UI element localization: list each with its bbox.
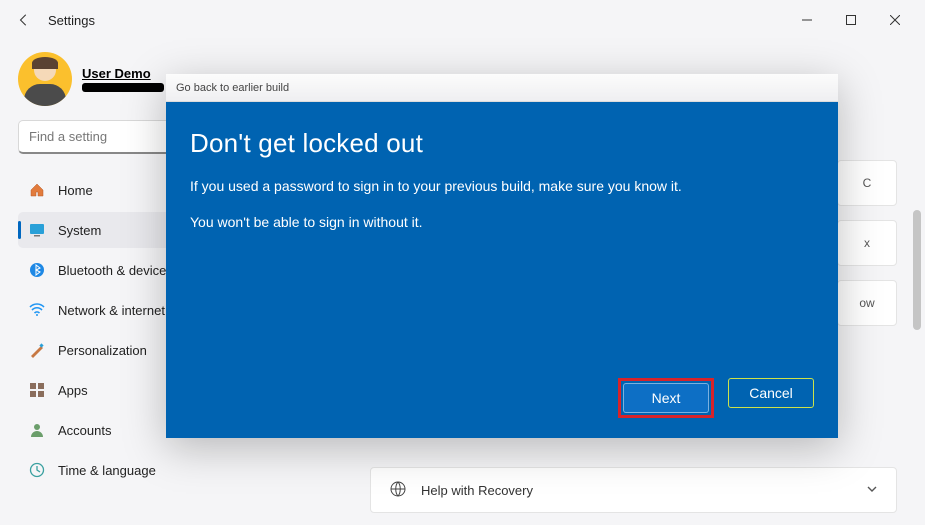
nav-item-home[interactable]: Home <box>18 172 190 208</box>
nav-label: System <box>58 223 101 238</box>
nav-item-network[interactable]: Network & internet <box>18 292 190 328</box>
dialog-titlebar: Go back to earlier build <box>166 74 838 102</box>
maximize-button[interactable] <box>829 5 873 35</box>
dialog-body: Don't get locked out If you used a passw… <box>166 102 838 438</box>
window-title: Settings <box>48 13 95 28</box>
time-icon <box>28 461 46 479</box>
nav-item-bluetooth[interactable]: Bluetooth & devices <box>18 252 190 288</box>
chevron-down-icon <box>866 483 878 498</box>
nav-label: Home <box>58 183 93 198</box>
home-icon <box>28 181 46 199</box>
card-peek[interactable]: C <box>837 160 897 206</box>
personalization-icon <box>28 341 46 359</box>
minimize-button[interactable] <box>785 5 829 35</box>
nav-label: Personalization <box>58 343 147 358</box>
help-label: Help with Recovery <box>421 483 533 498</box>
nav-label: Apps <box>58 383 88 398</box>
dialog-paragraph: If you used a password to sign in to you… <box>190 177 814 197</box>
profile-name: User Demo <box>82 66 164 81</box>
nav-list: Home System Bluetooth & devices Network … <box>18 172 190 488</box>
cancel-button[interactable]: Cancel <box>728 378 814 408</box>
search-placeholder: Find a setting <box>29 129 107 144</box>
help-panel[interactable]: Help with Recovery <box>370 467 897 513</box>
nav-label: Accounts <box>58 423 111 438</box>
annotation-highlight: Next <box>618 378 714 418</box>
accounts-icon <box>28 421 46 439</box>
nav-item-personalization[interactable]: Personalization <box>18 332 190 368</box>
close-icon <box>890 15 900 25</box>
dialog-title-text: Go back to earlier build <box>176 82 289 94</box>
back-button[interactable] <box>8 4 40 36</box>
maximize-icon <box>846 15 856 25</box>
nav-label: Bluetooth & devices <box>58 263 173 278</box>
card-peek[interactable]: ow <box>837 280 897 326</box>
globe-icon <box>389 480 407 501</box>
rollback-dialog: Go back to earlier build Don't get locke… <box>166 74 838 438</box>
nav-label: Network & internet <box>58 303 165 318</box>
card-peek[interactable]: x <box>837 220 897 266</box>
apps-icon <box>28 381 46 399</box>
titlebar: Settings <box>0 0 925 40</box>
profile[interactable]: User Demo <box>18 52 190 106</box>
nav-item-time[interactable]: Time & language <box>18 452 190 488</box>
scrollbar-thumb[interactable] <box>913 210 921 330</box>
dialog-heading: Don't get locked out <box>190 128 814 159</box>
profile-email-redacted <box>82 83 164 92</box>
minimize-icon <box>802 15 812 25</box>
search-input[interactable]: Find a setting <box>18 120 190 154</box>
avatar <box>18 52 72 106</box>
network-icon <box>28 301 46 319</box>
system-icon <box>28 221 46 239</box>
next-button[interactable]: Next <box>623 383 709 413</box>
arrow-left-icon <box>17 13 31 27</box>
nav-item-accounts[interactable]: Accounts <box>18 412 190 448</box>
close-button[interactable] <box>873 5 917 35</box>
bluetooth-icon <box>28 261 46 279</box>
nav-item-system[interactable]: System <box>18 212 190 248</box>
nav-item-apps[interactable]: Apps <box>18 372 190 408</box>
dialog-paragraph: You won't be able to sign in without it. <box>190 213 814 233</box>
nav-label: Time & language <box>58 463 156 478</box>
